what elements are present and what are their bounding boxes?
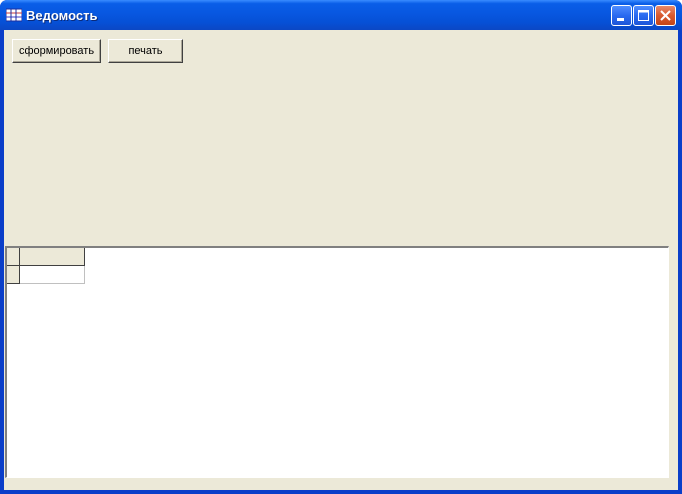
close-icon bbox=[660, 10, 671, 21]
maximize-icon bbox=[638, 10, 649, 21]
grid-cell[interactable] bbox=[20, 266, 85, 284]
grid-app-icon bbox=[6, 8, 22, 22]
maximize-button[interactable] bbox=[633, 5, 654, 26]
data-grid[interactable] bbox=[5, 246, 669, 478]
client-area: сформировать печать bbox=[4, 30, 678, 490]
grid-row-header[interactable] bbox=[7, 266, 20, 284]
window-bottom-border bbox=[4, 490, 678, 494]
minimize-button[interactable] bbox=[611, 5, 632, 26]
close-button[interactable] bbox=[655, 5, 676, 26]
title-bar[interactable]: Ведомость bbox=[0, 0, 682, 30]
main-window: Ведомость сформировать печать bbox=[0, 0, 682, 494]
grid-corner-cell bbox=[7, 248, 20, 266]
print-button[interactable]: печать bbox=[108, 39, 183, 63]
grid-column-header[interactable] bbox=[20, 248, 85, 266]
form-button[interactable]: сформировать bbox=[12, 39, 101, 63]
minimize-icon bbox=[617, 18, 624, 21]
window-title: Ведомость bbox=[26, 8, 98, 23]
